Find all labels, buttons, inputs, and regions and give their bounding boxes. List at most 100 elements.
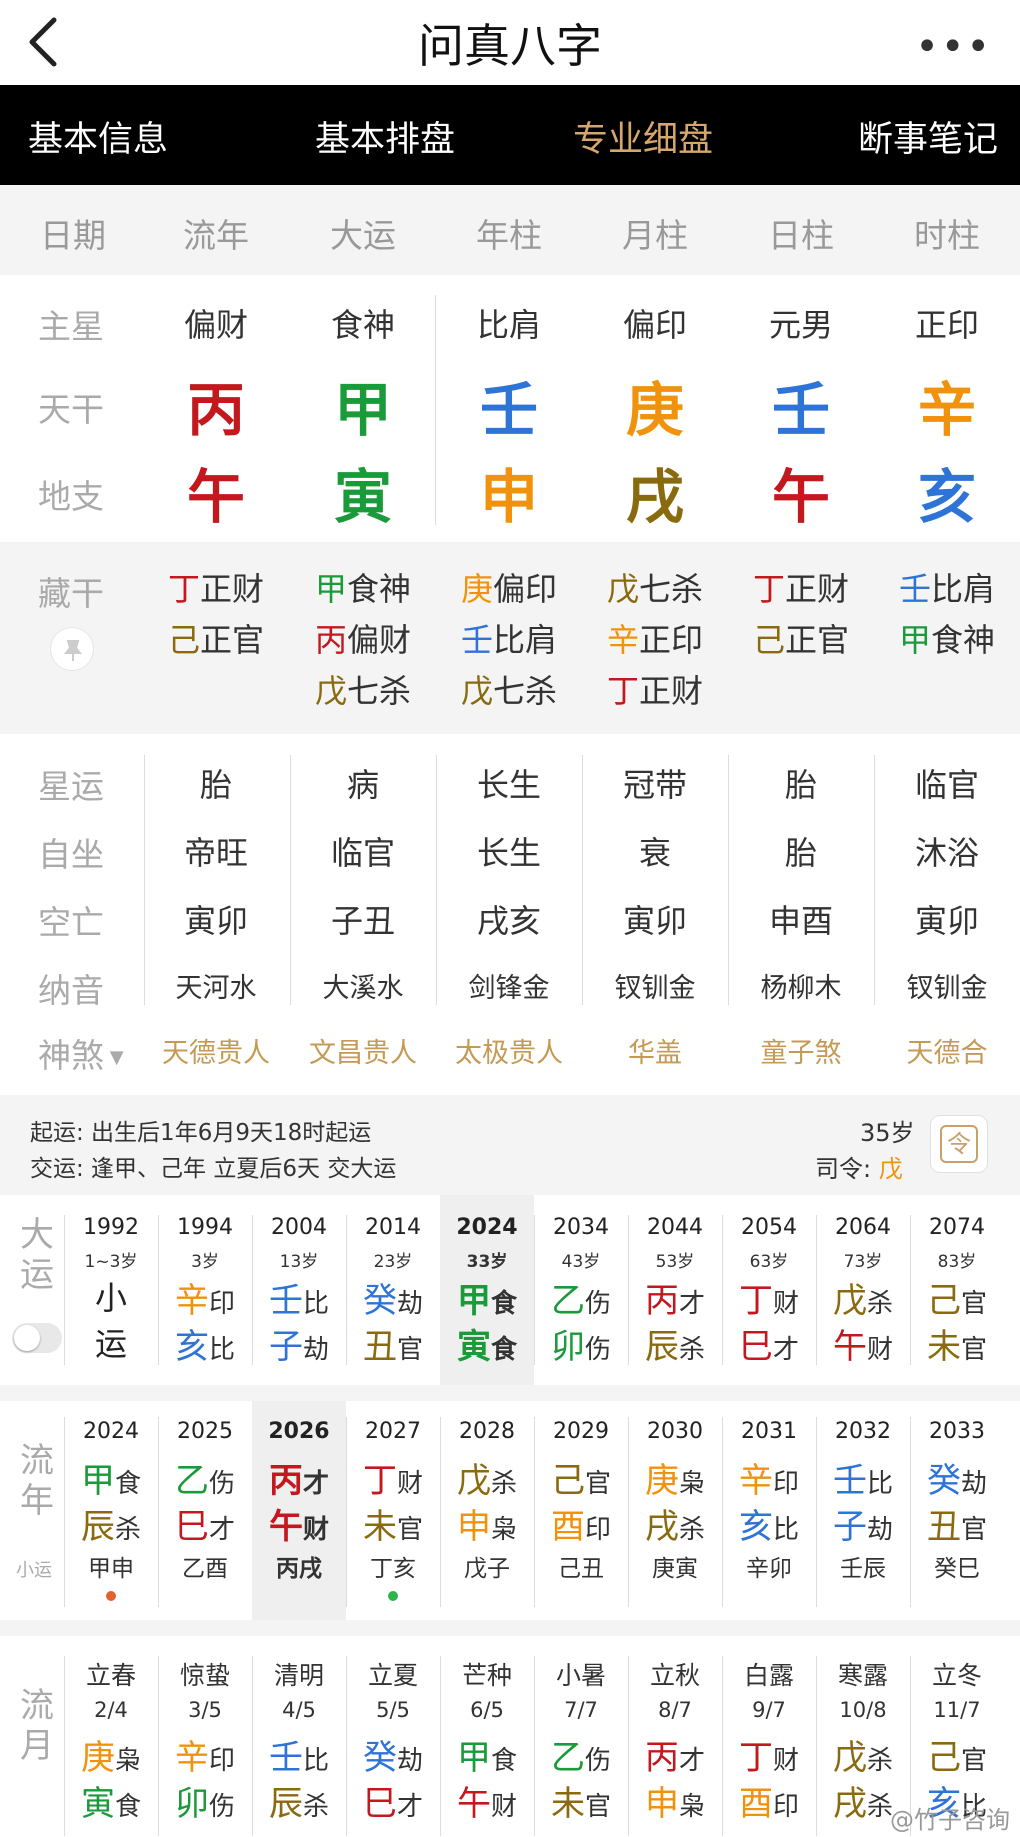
stem-char: 己 [926,1738,961,1778]
tab-pro-detail[interactable]: 专业细盘 [573,111,713,162]
stem-god-pair: 丙才 [252,1453,346,1502]
liunian-year: 2030 [647,1419,703,1444]
branch-char: 未 [362,1507,397,1547]
page-title: 问真八字 [418,19,602,73]
dayun-year: 2054 [741,1215,797,1240]
branch-god: 官 [960,1515,987,1545]
liunian-column[interactable]: 2031 辛印 亥比 辛卯 [722,1401,816,1620]
info-xingyun-cell: 长生 [476,766,541,804]
dayun-year: 1994 [177,1215,233,1240]
dayun-toggle[interactable] [12,1323,62,1353]
liuyue-column[interactable]: 惊蛰 3/5 辛印 卯伤 [158,1636,252,1836]
branch-god: 食 [114,1792,141,1822]
liuyue-column[interactable]: 芒种 6/5 甲食 午财 [440,1636,534,1836]
dayun-column[interactable]: 2034 43岁 乙伤 卯伤 [534,1195,628,1385]
liunian-column[interactable]: 2024 甲食 辰杀 甲申 [64,1401,158,1620]
liuyue-column[interactable]: 清明 4/5 壬比 辰杀 [252,1636,346,1836]
branch-char: 丑 [926,1507,961,1547]
stem-god: 杀 [490,1469,517,1499]
stem-char: 戊 [832,1738,867,1778]
dayun-column[interactable]: 2004 13岁 壬比 子劫 [252,1195,346,1385]
dayun-age: 3岁 [191,1252,219,1272]
liuyue-column[interactable]: 小暑 7/7 乙伤 未官 [534,1636,628,1836]
pillar-stem: 壬 [479,376,538,444]
dayun-column[interactable]: 2064 73岁 戊杀 午财 [816,1195,910,1385]
dayun-column[interactable]: 1992 1~3岁小运 [64,1195,158,1385]
branch-char: 酉 [550,1507,585,1547]
pin-icon[interactable] [50,627,94,671]
shensha-link[interactable]: 天德合 [874,1031,1020,1070]
branch-god-pair: 寅食 [440,1319,534,1368]
hidden-stem-char: 戊 [460,672,493,710]
liuyue-column[interactable]: 立春 2/4 庚枭 寅食 [64,1636,158,1836]
info-nayin-cell: 钗钏金 [614,973,696,1004]
shensha-link[interactable]: 童子煞 [728,1031,874,1070]
hidden-stem-god: 正财 [785,570,850,608]
dayun-column[interactable]: 1994 3岁 辛印 亥比 [158,1195,252,1385]
info-xingyun-cell: 胎 [784,766,817,804]
dayun-column[interactable]: 2054 63岁 丁财 巳才 [722,1195,816,1385]
liunian-column[interactable]: 2027 丁财 未官 丁亥 [346,1401,440,1620]
hidden-stem-item: 丁正财 [728,564,874,610]
branch-char: 亥 [738,1507,773,1547]
liunian-column[interactable]: 2032 壬比 子劫 壬辰 [816,1401,910,1620]
branch-god: 才 [396,1792,423,1822]
tab-basic-chart[interactable]: 基本排盘 [315,111,455,162]
shensha-link[interactable]: 太极贵人 [436,1031,582,1070]
stem-god: 食 [490,1289,517,1319]
stem-god: 印 [208,1289,235,1319]
hidden-stem-god: 正官 [200,621,265,659]
stem-god-pair: 丁财 [722,1273,816,1322]
shensha-link[interactable]: 华盖 [582,1031,728,1070]
dayun-column[interactable]: 2024 33岁 甲食 寅食 [440,1195,534,1385]
dayun-age: 73岁 [843,1252,883,1272]
liunian-year: 2026 [268,1419,330,1444]
label-zizuo: 自坐 [38,835,104,874]
dayun-column[interactable]: 2014 23岁 癸劫 丑官 [346,1195,440,1385]
info-zizuo-cell: 临官 [330,834,395,872]
liuyue-date: 7/7 [564,1698,598,1722]
stem-god: 才 [678,1289,705,1319]
stem-god-pair: 癸劫 [910,1453,1004,1502]
stem-char: 丁 [362,1461,397,1501]
hidden-stem-item: 丁正财 [143,564,289,610]
liunian-column[interactable]: 2025 乙伤 巳才 乙酉 [158,1401,252,1620]
hidden-stem-char: 戊 [314,672,347,710]
liunian-xiaoyun: 乙酉 [182,1556,228,1582]
tab-basic-info[interactable]: 基本信息 [28,111,168,162]
liuyue-column[interactable]: 白露 9/7 丁财 酉印 [722,1636,816,1836]
shensha-link[interactable]: 文昌贵人 [290,1031,436,1070]
stem-char: 戊 [832,1281,867,1321]
shensha-dropdown[interactable]: 神煞 ▼ [38,1029,124,1077]
liuyue-column[interactable]: 立秋 8/7 丙才 申枭 [628,1636,722,1836]
branch-god-pair: 辰杀 [252,1776,346,1825]
liunian-column[interactable]: 2026 丙才 午财 丙戌 [252,1401,346,1620]
stem-god: 食 [114,1469,141,1499]
liunian-column[interactable]: 2030 庚枭 戌杀 庚寅 [628,1401,722,1620]
liunian-column[interactable]: 2029 己官 酉印 己丑 [534,1401,628,1620]
liuyue-section: 流月 立春 2/4 庚枭 寅食 惊蛰 3/5 辛印 卯伤 清明 4/5 壬比 辰杀 立夏 5/5 癸劫 巳才芒… [0,1620,1020,1837]
branch-char: 子 [268,1327,303,1367]
shensha-link[interactable]: 天德贵人 [143,1031,289,1070]
dayun-column[interactable]: 2044 53岁 丙才 辰杀 [628,1195,722,1385]
branch-god-pair: 午财 [816,1319,910,1368]
info-xingyun-cell: 临官 [914,766,979,804]
branch-god: 伤 [584,1335,611,1365]
hidden-stem-item: 己正官 [728,615,874,661]
liunian-column[interactable]: 2028 戊杀 申枭 戊子 [440,1401,534,1620]
hidden-stem-char: 己 [167,621,200,659]
tab-notes[interactable]: 断事笔记 [858,111,998,162]
stem-god-pair: 丁财 [722,1730,816,1779]
stem-god: 印 [208,1746,235,1776]
stem-char: 癸 [362,1738,397,1778]
liuyue-column[interactable]: 立夏 5/5 癸劫 巳才 [346,1636,440,1836]
dayun-column[interactable]: 2074 83岁 己官 未官 [910,1195,1004,1385]
more-menu-icon[interactable]: ••• [915,24,992,70]
liunian-year: 2027 [365,1419,421,1444]
jiaoyun-text: 交运: 逢甲、己年 立夏后6天 交大运 [30,1156,397,1182]
liuyue-term: 清明 [273,1661,324,1690]
liuyue-term: 立夏 [367,1661,418,1690]
liunian-column[interactable]: 2033 癸劫 丑官 癸巳 [910,1401,1004,1620]
liunian-xiaoyun: 壬辰 [840,1556,886,1582]
siling-button[interactable]: 令 [930,1115,988,1173]
